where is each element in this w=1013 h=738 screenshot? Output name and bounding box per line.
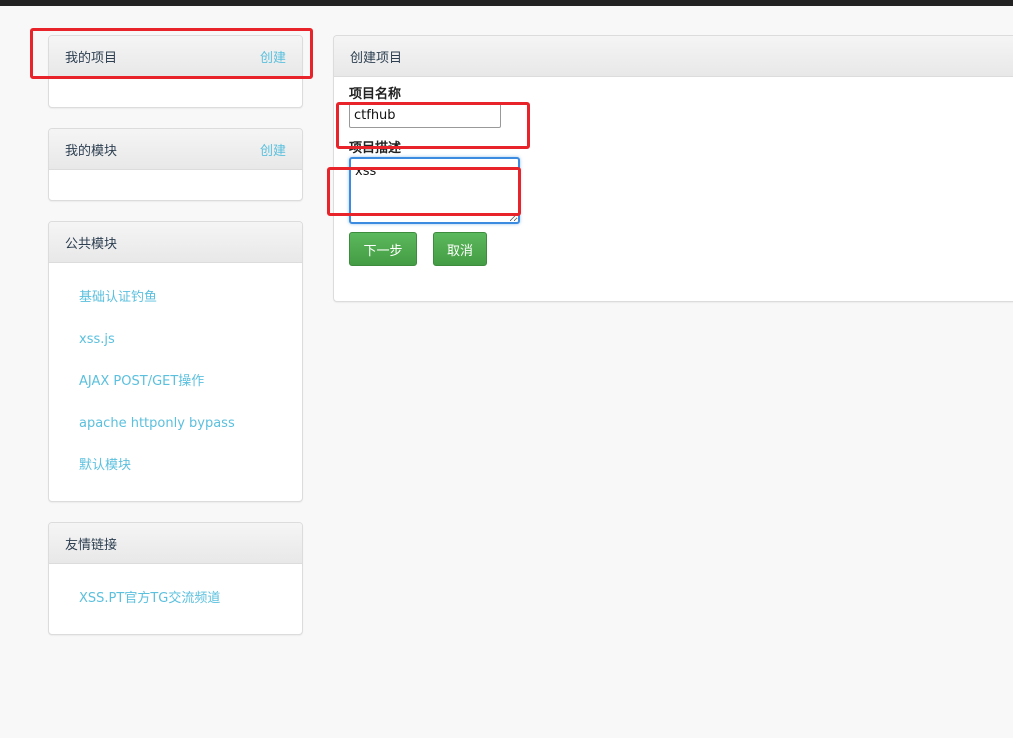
module-link-default-module[interactable]: 默认模块	[79, 458, 131, 473]
top-navbar	[0, 0, 1013, 6]
friend-link-xsspt-tg[interactable]: XSS.PT官方TG交流频道	[79, 591, 220, 606]
list-item: apache httponly bypass	[79, 409, 302, 451]
public-modules-list: 基础认证钓鱼 xss.js AJAX POST/GET操作 apache htt…	[49, 263, 302, 493]
create-module-link[interactable]: 创建	[260, 140, 286, 159]
my-modules-heading: 我的模块 创建	[49, 129, 302, 170]
public-modules-panel: 公共模块 基础认证钓鱼 xss.js AJAX POST/GET操作 apach…	[48, 221, 303, 502]
friend-links-panel: 友情链接 XSS.PT官方TG交流频道	[48, 522, 303, 635]
module-link-basic-auth-phishing[interactable]: 基础认证钓鱼	[79, 290, 157, 305]
list-item: xss.js	[79, 325, 302, 367]
module-link-ajax-post-get[interactable]: AJAX POST/GET操作	[79, 374, 204, 389]
project-name-input[interactable]	[349, 103, 501, 128]
project-description-label: 项目描述	[349, 141, 402, 156]
create-project-form: 项目名称 项目描述 xss 下一步 取消	[334, 77, 1013, 266]
my-projects-panel: 我的项目 创建	[48, 35, 303, 108]
project-description-textarea[interactable]: xss	[349, 157, 520, 224]
public-modules-heading: 公共模块	[49, 222, 302, 263]
my-modules-panel: 我的模块 创建	[48, 128, 303, 201]
next-step-button[interactable]: 下一步	[349, 232, 417, 266]
friend-links-title: 友情链接	[65, 537, 118, 553]
create-project-heading: 创建项目	[334, 36, 1013, 77]
friend-links-heading: 友情链接	[49, 523, 302, 564]
module-link-apache-httponly-bypass[interactable]: apache httponly bypass	[79, 416, 235, 431]
list-item: XSS.PT官方TG交流频道	[79, 584, 302, 626]
project-name-label: 项目名称	[349, 87, 402, 102]
list-item: AJAX POST/GET操作	[79, 367, 302, 409]
cancel-button[interactable]: 取消	[433, 232, 487, 266]
friend-links-list: XSS.PT官方TG交流频道	[49, 564, 302, 626]
public-modules-title: 公共模块	[65, 236, 118, 252]
module-link-xss-js[interactable]: xss.js	[79, 332, 115, 347]
form-actions: 下一步 取消	[349, 232, 1008, 266]
create-project-panel: 创建项目 项目名称 项目描述 xss 下一步 取消	[333, 35, 1013, 302]
create-project-title: 创建项目	[350, 50, 403, 66]
list-item: 基础认证钓鱼	[79, 283, 302, 325]
my-modules-title: 我的模块	[65, 143, 118, 159]
my-projects-title: 我的项目	[65, 50, 118, 66]
my-projects-heading: 我的项目 创建	[49, 36, 302, 77]
create-project-link[interactable]: 创建	[260, 47, 286, 66]
list-item: 默认模块	[79, 451, 302, 493]
